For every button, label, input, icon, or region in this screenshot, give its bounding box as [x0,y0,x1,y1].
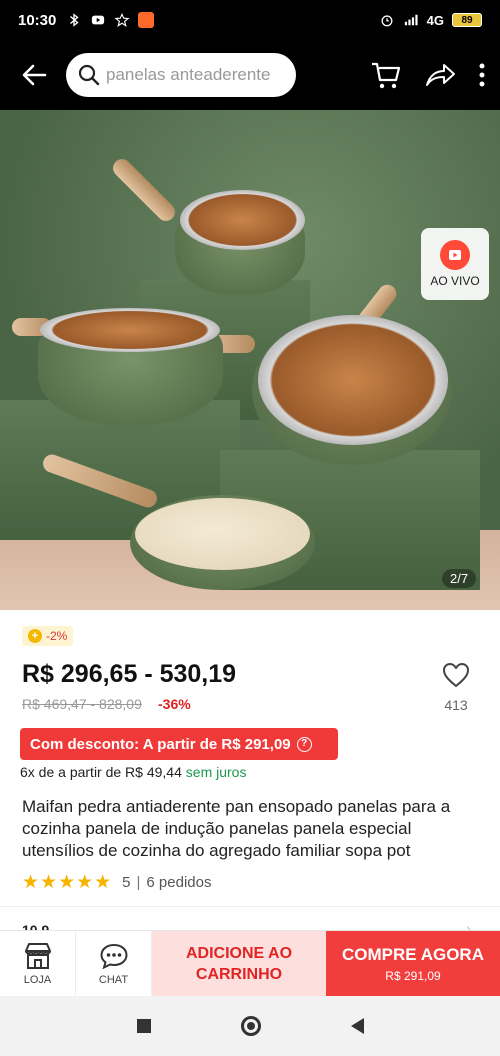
system-back-button[interactable] [350,1018,364,1034]
home-button[interactable] [240,1016,261,1036]
chat-icon [99,943,128,969]
bottom-action-bar: LOJA CHAT ADICIONE AO CARRINHO COMPRE AG… [0,930,500,996]
product-image-gallery[interactable] [0,110,500,610]
original-price-range: R$ 469,47 - 828,09 [22,696,142,712]
store-label: LOJA [23,973,52,986]
chat-label: CHAT [98,973,129,986]
buy-now-label: COMPRE AGORA [342,944,484,964]
saucepan-lid [180,190,305,250]
live-stream-button[interactable]: AO VIVO [421,228,489,300]
section-divider [0,906,500,907]
buy-now-price: R$ 291,09 [385,968,441,983]
installment-interest: sem juros [185,764,247,780]
cart-icon[interactable] [370,60,402,90]
star-rating-icon: ★★★★★ [22,872,113,893]
wok-lid [258,315,448,445]
store-icon [24,942,51,969]
back-button[interactable] [14,55,54,95]
search-input[interactable]: panelas anteaderente [66,53,296,97]
alarm-icon [381,15,393,27]
chat-button[interactable]: CHAT [76,931,152,996]
recent-apps-button[interactable] [136,1019,151,1033]
live-icon [440,240,470,270]
add-to-cart-label-line2: CARRINHO [195,965,283,983]
back-arrow-icon [22,64,47,86]
frying-pan-surface [135,498,310,570]
search-placeholder: panelas anteaderente [106,65,271,84]
product-title: Maifan pedra antiaderente pan ensopado p… [22,797,451,860]
network-type: 4G [426,12,444,28]
battery-icon: 89 [452,13,482,27]
system-navigation-bar [0,996,500,1056]
status-icons [66,12,155,28]
image-pager: 2/7 [442,569,477,588]
wishlist-button[interactable]: 413 [436,662,476,713]
installment-info: 6x de a partir de R$ 49,44 sem juros [20,764,246,780]
add-to-cart-button[interactable]: ADICIONE AO CARRINHO [152,931,326,996]
heart-icon [443,663,469,687]
orders-count: 6 pedidos [146,874,212,891]
status-time: 10:30 [18,11,57,29]
wishlist-count: 413 [444,697,468,713]
header-actions [370,60,486,90]
coupon-banner[interactable]: Com desconto: A partir de R$ 291,09 ? [20,728,338,760]
star-icon [114,13,131,27]
coin-icon: + [28,629,42,643]
status-bar: 10:30 4G 89 [0,0,500,40]
top-header: panelas anteaderente [0,40,500,110]
battery-level: 89 [461,14,473,26]
coupon-text: Com desconto: A partir de R$ 291,09 [30,735,291,753]
discount-percent: -36% [158,696,191,712]
store-button[interactable]: LOJA [0,931,76,996]
live-label: AO VIVO [430,274,480,288]
price-range: R$ 296,65 - 530,19 [22,660,237,688]
add-to-cart-label-line1: ADICIONE AO [185,944,293,962]
installment-text: 6x de a partir de R$ 49,44 [20,764,182,780]
buy-now-button[interactable]: COMPRE AGORA R$ 291,09 [326,931,500,996]
youtube-icon [92,15,105,25]
signal-icon [404,14,418,26]
app-notification-icon [138,12,155,28]
stockpot-lid [40,308,220,352]
search-icon [78,64,100,86]
info-icon[interactable]: ? [296,736,312,752]
bluetooth-icon [70,13,79,27]
rating-count: 5 [122,874,131,891]
rating-separator: | [136,874,141,891]
share-icon[interactable] [424,61,456,89]
coin-discount-badge: + -2% [22,626,74,646]
rating-summary[interactable]: ★★★★★ 5 | 6 pedidos [22,871,211,894]
more-options-icon[interactable] [478,62,486,88]
coin-discount-value: -2% [46,629,68,643]
